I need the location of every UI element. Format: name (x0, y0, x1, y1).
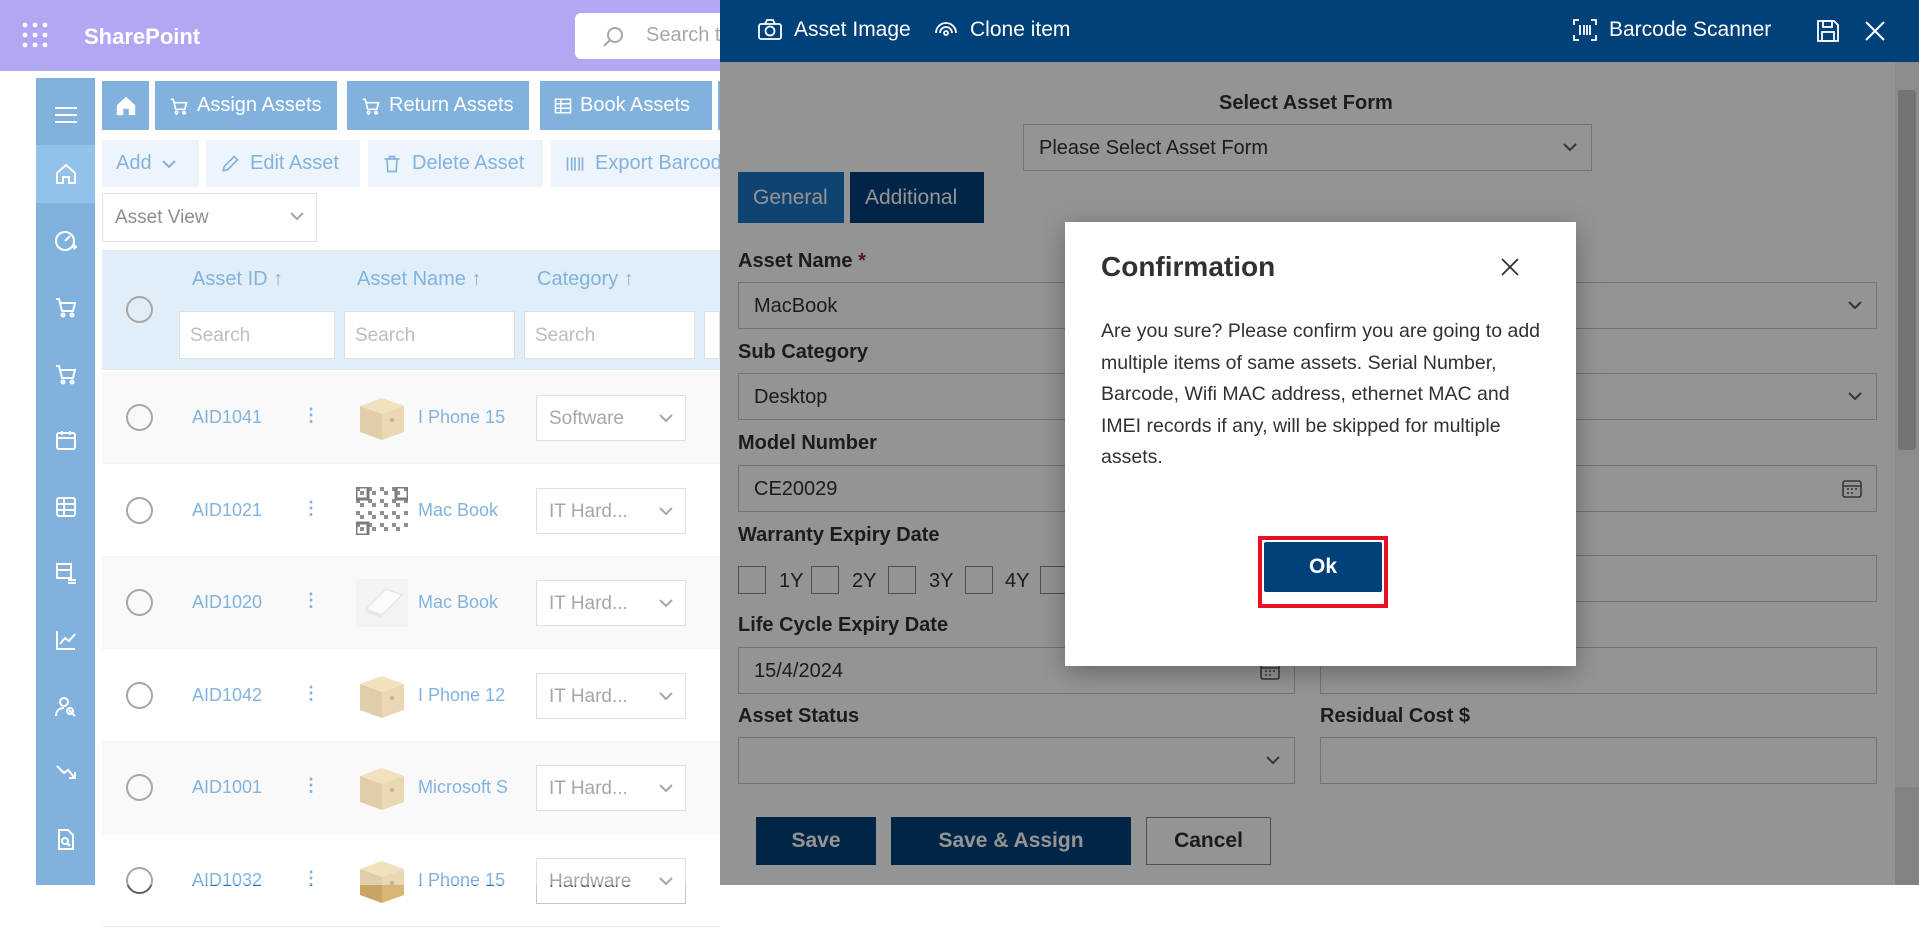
ok-button[interactable]: Ok (1264, 542, 1382, 592)
close-icon[interactable] (1501, 258, 1519, 276)
clone-item-button[interactable]: Clone item (934, 18, 1070, 42)
camera-icon (758, 19, 782, 41)
dialog-title: Confirmation (1101, 251, 1276, 282)
asset-image-label: Asset Image (794, 18, 911, 41)
close-panel-icon[interactable] (1865, 21, 1885, 41)
dialog-message: Are you sure? Please confirm you are goi… (1101, 320, 1541, 468)
save-icon[interactable] (1817, 20, 1839, 42)
confirmation-dialog: Confirmation Are you sure? Please confir… (1065, 222, 1576, 666)
barcode-scanner-button[interactable]: Barcode Scanner (1573, 18, 1771, 42)
left-content-dim (0, 0, 720, 885)
clone-item-label: Clone item (970, 18, 1071, 41)
barcode-scanner-icon (1573, 19, 1597, 41)
barcode-scanner-label: Barcode Scanner (1609, 18, 1772, 41)
clone-icon (934, 19, 958, 41)
asset-image-button[interactable]: Asset Image (758, 18, 911, 42)
